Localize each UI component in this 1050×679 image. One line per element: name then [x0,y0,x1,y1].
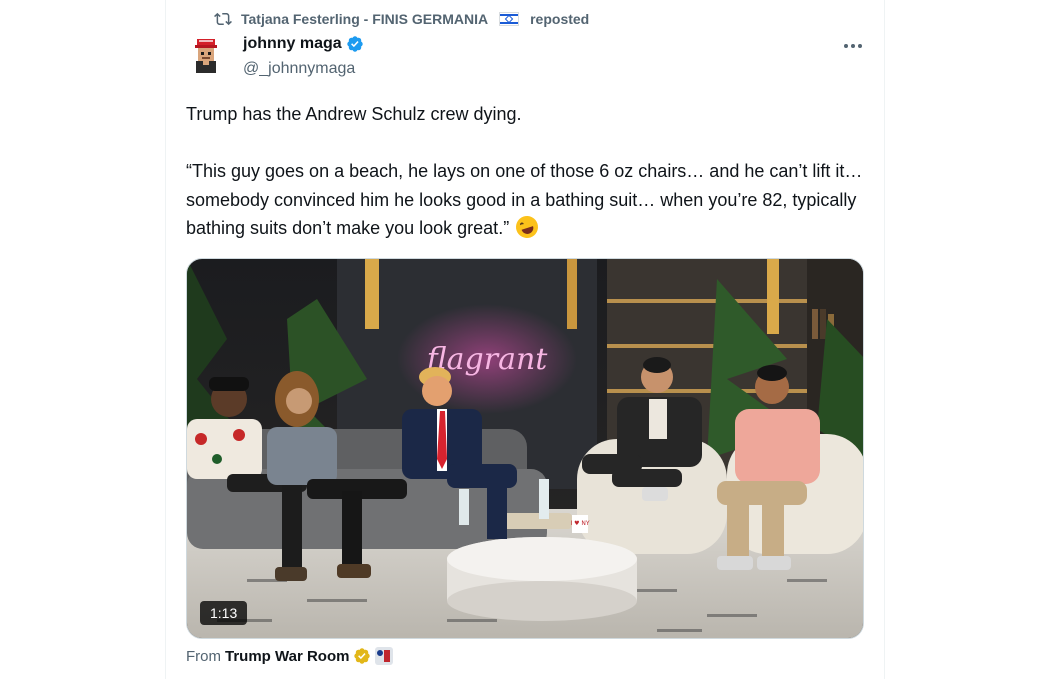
source-attribution[interactable]: From Trump War Room [186,647,394,665]
gold-verified-badge-icon [354,648,371,664]
mug-text: I ♥ NY [570,520,589,527]
more-options-icon[interactable] [838,36,868,56]
rolling-on-floor-laughing-emoji-icon [513,213,542,242]
repost-label: reposted [530,11,590,27]
column-border-left [165,0,166,679]
tweet-line-1: Trump has the Andrew Schulz crew dying. [186,104,522,124]
source-prefix: From [186,647,221,665]
repost-header[interactable]: Tatjana Festerling - FINIS GERMANIA repo… [214,10,589,28]
source-name[interactable]: Trump War Room [225,648,349,665]
video-player[interactable]: flagrant I ♥ NY [186,258,864,639]
author-name[interactable]: johnny maga [243,35,342,53]
author-handle[interactable]: @_johnnymaga [243,60,355,78]
video-thumbnail: flagrant I ♥ NY [187,259,863,638]
video-duration: 1:13 [200,601,248,625]
repost-user[interactable]: Tatjana Festerling - FINIS GERMANIA [241,11,488,27]
author-name-row[interactable]: johnny maga [243,35,364,53]
verified-badge-icon [346,36,363,52]
tweet-text: Trump has the Andrew Schulz crew dying. … [186,100,866,243]
repost-icon [214,12,232,26]
tweet-quote: “This guy goes on a beach, he lays on on… [186,157,866,243]
affiliate-badge-icon [375,647,394,665]
column-border-right [884,0,885,679]
avatar[interactable] [186,36,226,76]
israel-flag-icon [499,12,520,26]
